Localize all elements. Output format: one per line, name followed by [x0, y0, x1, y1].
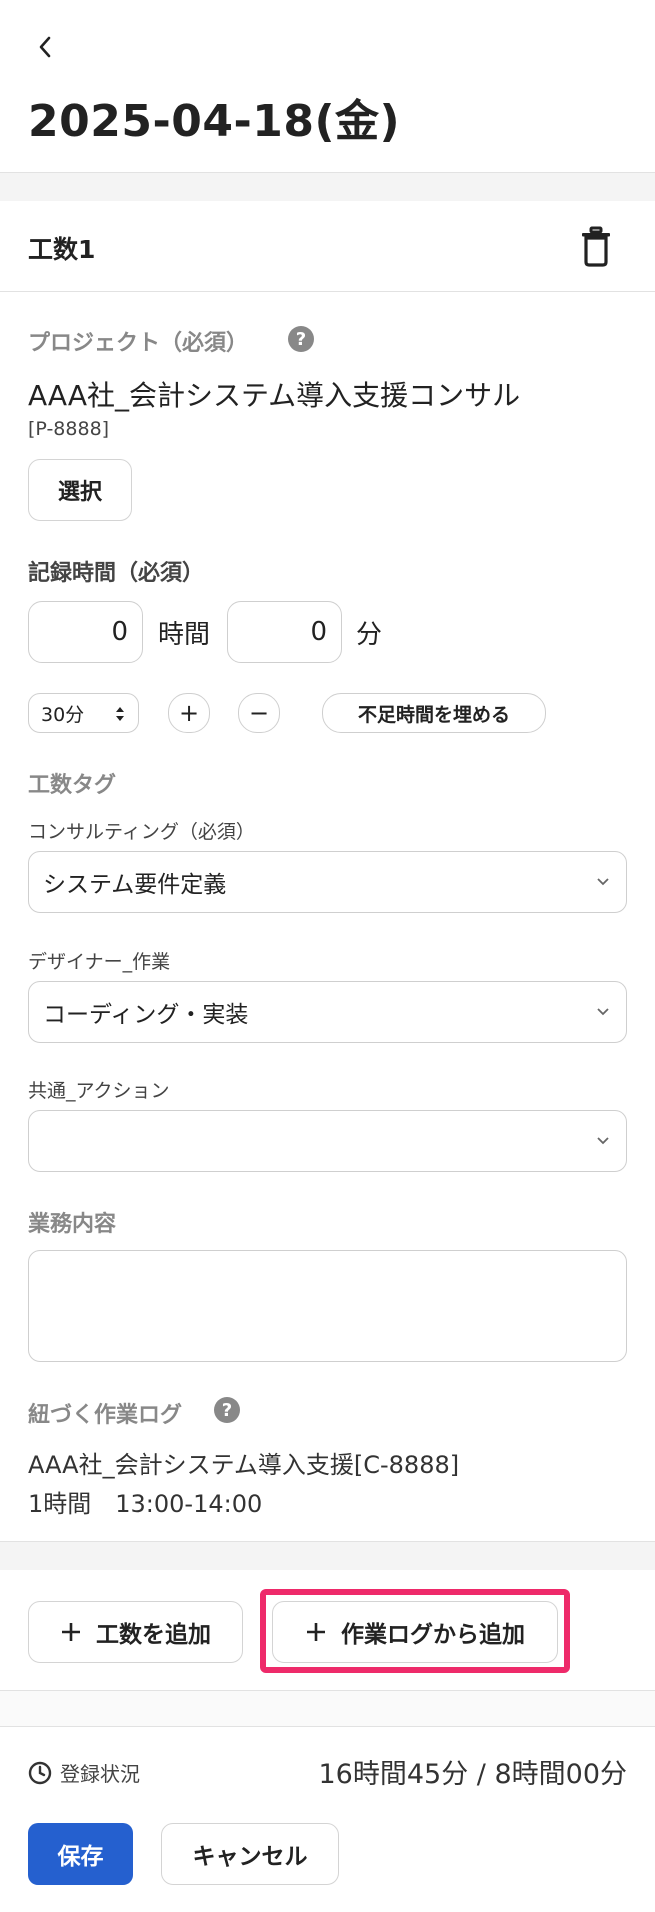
minutes-input[interactable]: 0: [227, 601, 342, 663]
updown-icon: [116, 707, 124, 721]
help-icon[interactable]: ?: [288, 326, 314, 352]
add-from-log-label: 作業ログから追加: [341, 1622, 525, 1648]
work-content-textarea[interactable]: [28, 1250, 627, 1362]
add-entry-button[interactable]: 工数を追加: [28, 1601, 243, 1663]
tag-label-common: 共通_アクション: [28, 1080, 170, 1102]
divider: [0, 1726, 655, 1727]
hours-input[interactable]: 0: [28, 601, 143, 663]
help-icon[interactable]: ?: [214, 1397, 240, 1423]
time-label: 記録時間（必須）: [28, 561, 205, 586]
chevron-down-icon: [597, 1137, 609, 1145]
consulting-select-value: システム要件定義: [43, 872, 227, 898]
status-label: 登録状況: [60, 1762, 140, 1786]
common-action-select[interactable]: [28, 1110, 627, 1172]
select-project-button[interactable]: 選択: [28, 459, 132, 521]
linked-log-detail: 1時間 13:00-14:00: [28, 1490, 263, 1518]
add-entry-label: 工数を追加: [96, 1622, 211, 1648]
tag-label-designer: デザイナー_作業: [28, 951, 171, 973]
chevron-down-icon: [597, 1008, 609, 1016]
trash-icon: [582, 226, 610, 267]
linked-log-label: 紐づく作業ログ: [28, 1403, 183, 1428]
step-select[interactable]: 30分: [28, 693, 139, 733]
linked-log-title: AAA社_会計システム導入支援[C-8888]: [28, 1451, 460, 1479]
save-button[interactable]: 保存: [28, 1823, 133, 1885]
back-button[interactable]: [28, 30, 62, 64]
clock-icon: [28, 1761, 52, 1784]
increment-button[interactable]: +: [168, 693, 210, 733]
plus-icon: [62, 1623, 80, 1641]
registration-status: 登録状況: [28, 1758, 140, 1787]
decrement-button[interactable]: −: [238, 693, 280, 733]
divider: [0, 291, 655, 292]
step-select-value: 30分: [41, 703, 85, 726]
designer-select[interactable]: コーディング・実装: [28, 981, 627, 1043]
minutes-unit: 分: [356, 620, 383, 650]
project-name: AAA社_会計システム導入支援コンサル: [28, 379, 521, 412]
work-content-label: 業務内容: [28, 1212, 117, 1237]
plus-icon: [307, 1623, 325, 1641]
tags-label: 工数タグ: [28, 773, 117, 798]
section-gap: [0, 1542, 655, 1570]
section-gap: [0, 173, 655, 201]
hours-unit: 時間: [158, 620, 211, 650]
chevron-down-icon: [597, 878, 609, 886]
tag-label-consulting: コンサルティング（必須）: [28, 821, 255, 843]
delete-entry-button[interactable]: [577, 226, 615, 268]
add-from-log-button[interactable]: 作業ログから追加: [272, 1601, 558, 1663]
entry-title: 工数1: [28, 235, 96, 264]
cancel-button[interactable]: キャンセル: [161, 1823, 339, 1885]
hours-totals: 16時間45分 / 8時間00分: [318, 1759, 627, 1790]
fill-missing-time-button[interactable]: 不足時間を埋める: [322, 693, 546, 733]
consulting-select[interactable]: システム要件定義: [28, 851, 627, 913]
section-gap: [0, 1691, 655, 1726]
page-title: 2025-04-18(金): [28, 96, 401, 147]
chevron-left-icon: [39, 36, 51, 58]
project-code: [P-8888]: [28, 418, 110, 440]
project-label: プロジェクト（必須）: [28, 331, 249, 356]
designer-select-value: コーディング・実装: [43, 1002, 249, 1028]
